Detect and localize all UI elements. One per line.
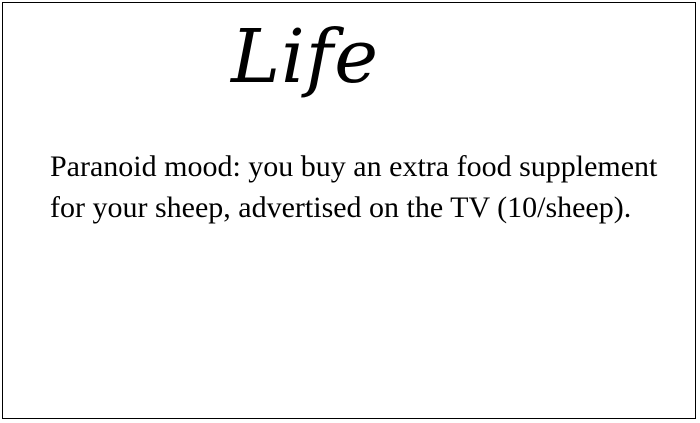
card-description: Paranoid mood: you buy an extra food sup… <box>50 150 658 224</box>
life-card: Life Paranoid mood: you buy an extra foo… <box>2 2 696 419</box>
card-title: Life <box>231 14 379 100</box>
